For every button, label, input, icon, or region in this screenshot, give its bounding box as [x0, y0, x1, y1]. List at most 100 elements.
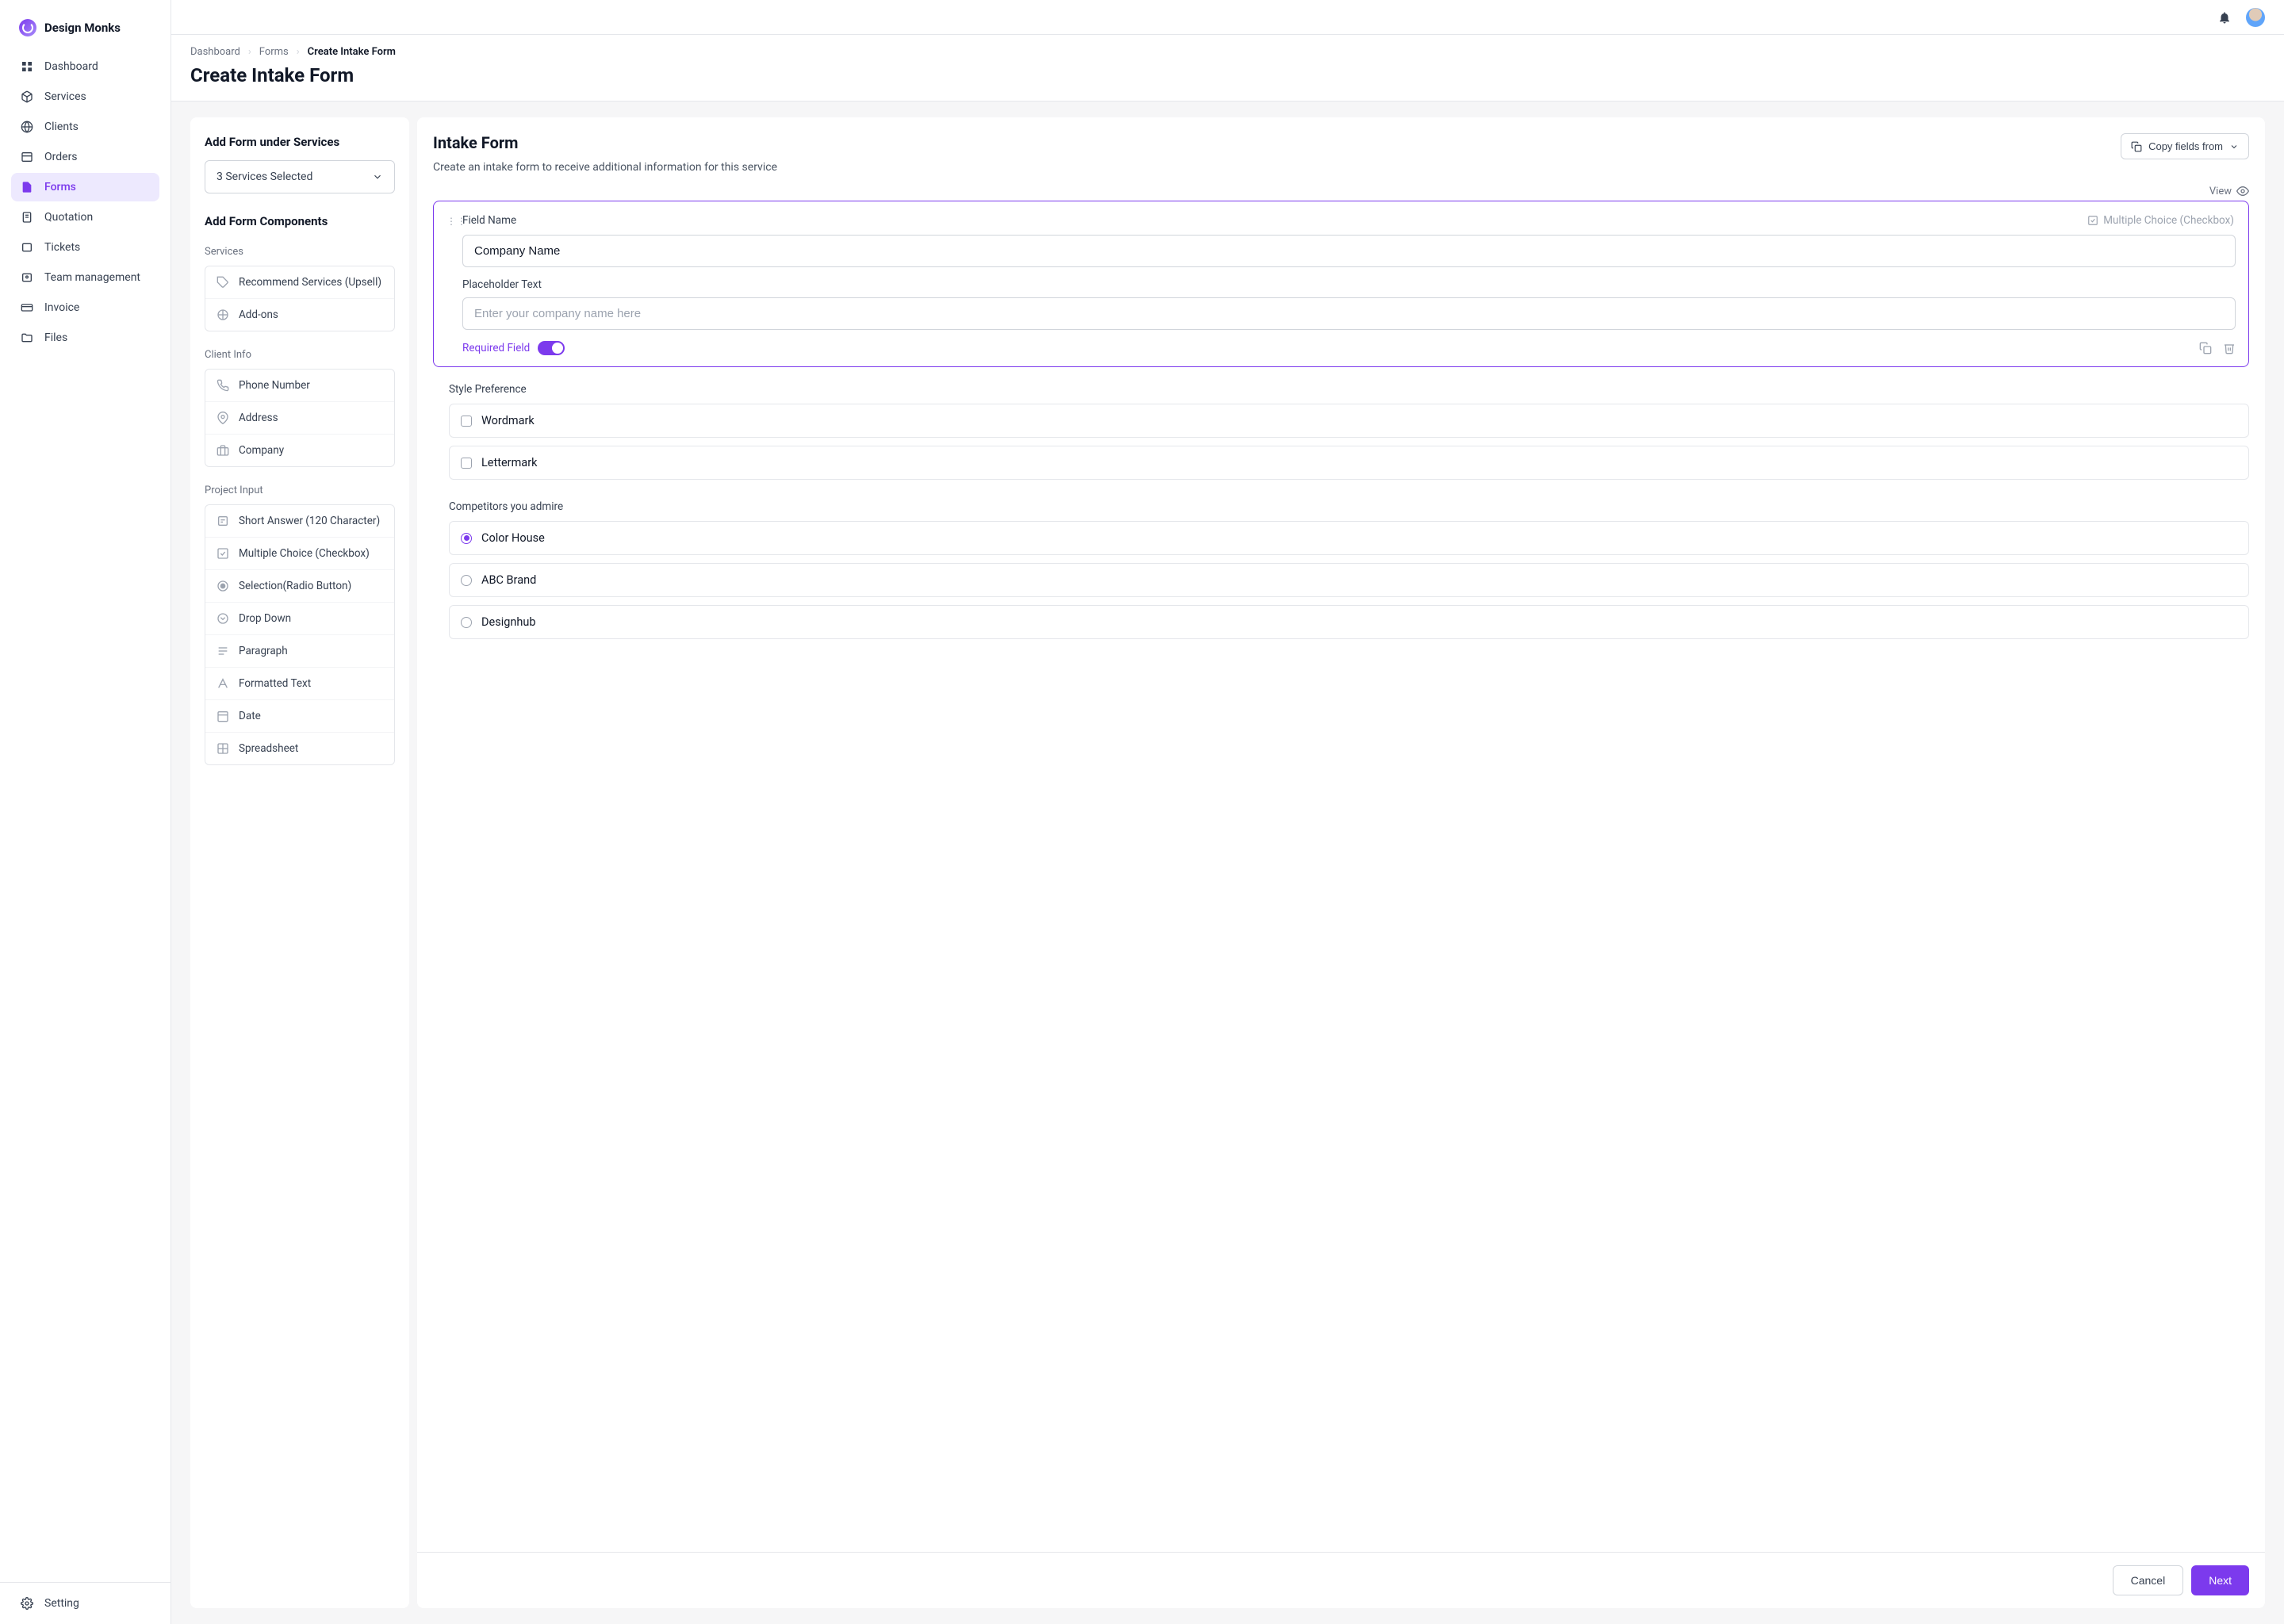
sidebar-item-label: Invoice: [44, 301, 79, 314]
option-label: ABC Brand: [481, 573, 536, 587]
breadcrumb-item[interactable]: Forms: [259, 46, 289, 58]
breadcrumb-item[interactable]: Dashboard: [190, 46, 240, 58]
sidebar-item-services[interactable]: Services: [11, 82, 159, 111]
next-button[interactable]: Next: [2191, 1565, 2249, 1595]
team-icon: [21, 271, 33, 284]
option-row[interactable]: ABC Brand: [449, 563, 2249, 597]
placeholder-input[interactable]: [462, 297, 2236, 330]
component-item-label: Address: [239, 412, 278, 424]
component-item[interactable]: Phone Number: [205, 370, 394, 401]
view-toggle[interactable]: View: [433, 185, 2249, 197]
right-panel: Intake Form Copy fields from Create an i…: [417, 117, 2265, 1608]
sidebar-item-forms[interactable]: Forms: [11, 173, 159, 201]
sidebar-item-label: Dashboard: [44, 60, 98, 73]
phone-icon: [217, 379, 229, 392]
file-icon: [21, 181, 33, 193]
cancel-button[interactable]: Cancel: [2113, 1565, 2184, 1595]
paragraph-icon: [217, 645, 229, 657]
component-item-label: Formatted Text: [239, 677, 311, 690]
component-item[interactable]: Add-ons: [205, 298, 394, 331]
component-item[interactable]: Selection(Radio Button): [205, 569, 394, 602]
short-icon: [217, 515, 229, 527]
box-icon: [21, 90, 33, 103]
component-item[interactable]: Paragraph: [205, 634, 394, 667]
quote-icon: [21, 211, 33, 224]
sidebar-item-orders[interactable]: Orders: [11, 143, 159, 171]
component-item-label: Multiple Choice (Checkbox): [239, 547, 370, 560]
breadcrumb-current: Create Intake Form: [308, 46, 396, 58]
intake-form-title: Intake Form: [433, 133, 519, 152]
option-row[interactable]: Color House: [449, 521, 2249, 555]
required-toggle[interactable]: [538, 341, 565, 355]
view-label: View: [2209, 186, 2232, 197]
avatar[interactable]: [2246, 8, 2265, 27]
sidebar-item-clients[interactable]: Clients: [11, 113, 159, 141]
sidebar-item-label: Services: [44, 90, 86, 103]
copy-fields-button[interactable]: Copy fields from: [2121, 133, 2249, 159]
card-icon: [21, 301, 33, 314]
sidebar-item-team-management[interactable]: Team management: [11, 263, 159, 292]
component-item-label: Paragraph: [239, 645, 288, 657]
component-group-label: Services: [205, 246, 395, 258]
trash-icon[interactable]: [2223, 342, 2236, 354]
option-row[interactable]: Designhub: [449, 605, 2249, 639]
sidebar-item-label: Quotation: [44, 211, 93, 224]
copy-fields-label: Copy fields from: [2148, 140, 2223, 152]
component-item[interactable]: Date: [205, 699, 394, 732]
briefcase-icon: [217, 444, 229, 457]
form-area: ⋮⋮ Field Name Multiple Choice (Checkbox)…: [433, 201, 2249, 1552]
radio-icon: [461, 617, 472, 628]
sidebar-nav: Dashboard Services Clients Orders Forms Quota…: [0, 46, 171, 358]
gear-icon: [21, 1597, 33, 1610]
sidebar-item-label: Clients: [44, 121, 79, 133]
footer-actions: Cancel Next: [417, 1552, 2265, 1608]
services-select[interactable]: 3 Services Selected: [205, 160, 395, 193]
option-row[interactable]: Wordmark: [449, 404, 2249, 438]
component-item-label: Drop Down: [239, 612, 291, 625]
field-type-select[interactable]: Multiple Choice (Checkbox): [2087, 214, 2234, 227]
component-item[interactable]: Formatted Text: [205, 667, 394, 699]
component-item-label: Selection(Radio Button): [239, 580, 351, 592]
breadcrumb: Dashboard › Forms › Create Intake Form: [190, 46, 2265, 58]
component-item[interactable]: Short Answer (120 Character): [205, 505, 394, 537]
sidebar-item-tickets[interactable]: Tickets: [11, 233, 159, 262]
chevron-down-icon: [2229, 142, 2239, 151]
component-item[interactable]: Spreadsheet: [205, 732, 394, 764]
component-item[interactable]: Company: [205, 434, 394, 466]
component-item[interactable]: Recommend Services (Upsell): [205, 266, 394, 298]
checkbox-icon: [2087, 215, 2098, 226]
services-selected-text: 3 Services Selected: [217, 170, 312, 183]
placeholder-label: Placeholder Text: [462, 278, 2236, 291]
option-row[interactable]: Lettermark: [449, 446, 2249, 480]
component-item[interactable]: Drop Down: [205, 602, 394, 634]
folder-icon: [21, 331, 33, 344]
radio-icon: [461, 575, 472, 586]
sidebar-item-files[interactable]: Files: [11, 324, 159, 352]
globe-icon: [21, 121, 33, 133]
checkbox-icon: [461, 416, 472, 427]
field-type-label: Multiple Choice (Checkbox): [2103, 214, 2234, 227]
content: Add Form under Services 3 Services Selec…: [171, 102, 2284, 1624]
preview-field: Style Preference Wordmark Lettermark: [433, 383, 2249, 500]
sidebar-item-quotation[interactable]: Quotation: [11, 203, 159, 232]
sidebar-item-label: Forms: [44, 181, 76, 193]
sidebar-item-invoice[interactable]: Invoice: [11, 293, 159, 322]
topbar: [171, 0, 2284, 35]
ticket-icon: [21, 241, 33, 254]
dropdown-icon: [217, 612, 229, 625]
component-item[interactable]: Multiple Choice (Checkbox): [205, 537, 394, 569]
drag-handle-icon[interactable]: ⋮⋮: [446, 216, 467, 227]
radio-icon: [461, 533, 472, 544]
field-name-input[interactable]: [462, 235, 2236, 267]
sidebar-item-setting[interactable]: Setting: [11, 1589, 159, 1618]
copy-icon: [2131, 141, 2142, 152]
chevron-right-icon: ›: [248, 46, 251, 58]
sidebar-item-dashboard[interactable]: Dashboard: [11, 52, 159, 81]
component-item-label: Date: [239, 710, 261, 722]
sidebar-item-label: Team management: [44, 271, 140, 284]
duplicate-icon[interactable]: [2199, 342, 2212, 354]
bell-icon[interactable]: [2217, 10, 2232, 25]
component-item[interactable]: Address: [205, 401, 394, 434]
sidebar-item-label: Tickets: [44, 241, 80, 254]
preview-field-label: Style Preference: [449, 383, 2249, 396]
